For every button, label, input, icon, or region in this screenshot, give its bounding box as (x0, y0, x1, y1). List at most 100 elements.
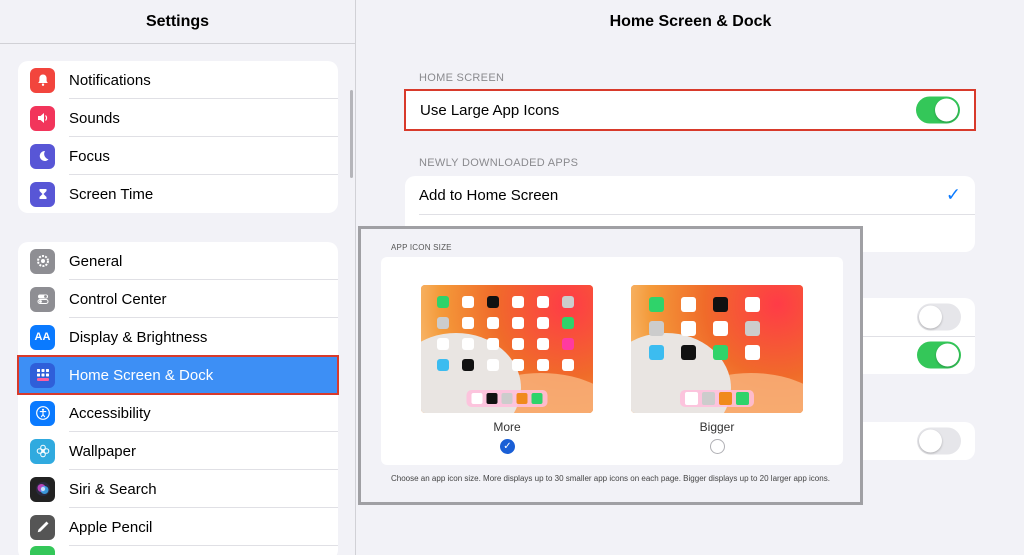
gear-icon (30, 248, 55, 274)
app-icon-preview (649, 321, 664, 336)
sidebar-item-label: Siri & Search (69, 480, 157, 498)
bigger-option-label: Bigger (699, 420, 735, 434)
use-large-icons-row[interactable]: Use Large App Icons (404, 89, 976, 131)
app-icon-preview (537, 296, 549, 308)
app-icon-preview (537, 317, 549, 329)
add-to-home-label: Add to Home Screen (419, 186, 559, 204)
sidebar-group-1: Notifications Sounds Focus Screen Time (18, 61, 338, 213)
sidebar-item-label: Accessibility (69, 404, 151, 422)
app-icon-preview (487, 359, 499, 371)
app-icon-preview (713, 297, 728, 312)
app-icon-preview (487, 317, 499, 329)
app-icon-preview (487, 296, 499, 308)
app-icon-preview (512, 359, 524, 371)
app-icon-preview (462, 296, 474, 308)
app-icon-preview (562, 338, 574, 350)
sidebar-item-label: Display & Brightness (69, 328, 208, 346)
sidebar-item-label: Apple Pencil (69, 518, 153, 536)
sidebar-item-siri-search[interactable]: Siri & Search (18, 470, 338, 508)
app-icon-size-card: More ✓ Bigger (381, 257, 843, 465)
app-icon-preview (512, 296, 524, 308)
sidebar-item-accessibility[interactable]: Accessibility (18, 394, 338, 432)
sidebar-item-partial (18, 546, 338, 555)
sidebar-item-label: Sounds (69, 109, 120, 127)
sidebar-item-control-center[interactable]: Control Center (18, 280, 338, 318)
sidebar-item-focus[interactable]: Focus (18, 137, 338, 175)
dock-preview (466, 390, 548, 407)
sidebar-item-apple-pencil[interactable]: Apple Pencil (18, 508, 338, 546)
app-icon-preview (537, 359, 549, 371)
app-icon-size-panel: APP ICON SIZE More ✓ Bigger Choose an ap… (358, 226, 863, 505)
toggle-switch-1[interactable] (917, 303, 961, 331)
accessibility-icon (30, 400, 55, 426)
app-icon-preview (487, 338, 499, 350)
sidebar-item-screen-time[interactable]: Screen Time (18, 175, 338, 213)
toggle-switch-2[interactable] (917, 341, 961, 369)
add-to-home-row[interactable]: Add to Home Screen ✓ (405, 176, 975, 214)
more-radio[interactable]: ✓ (500, 439, 515, 454)
app-icon-preview (462, 317, 474, 329)
app-icon-preview (537, 338, 549, 350)
sidebar-item-label: Wallpaper (69, 442, 136, 460)
bell-icon (30, 67, 55, 93)
flower-icon (30, 438, 55, 464)
app-icon-preview (745, 321, 760, 336)
app-icon-preview (745, 345, 760, 360)
sidebar-item-wallpaper[interactable]: Wallpaper (18, 432, 338, 470)
app-icon-preview (462, 338, 474, 350)
app-icon-preview (681, 321, 696, 336)
app-icon-preview (512, 317, 524, 329)
sidebar-item-display-brightness[interactable]: AA Display & Brightness (18, 318, 338, 356)
hourglass-icon (30, 181, 55, 207)
app-icon-preview (713, 321, 728, 336)
page-title: Home Screen & Dock (609, 13, 772, 30)
toggle-switch-3[interactable] (917, 427, 961, 455)
app-icon-preview (649, 345, 664, 360)
app-icon-preview (681, 297, 696, 312)
app-icon-preview (681, 345, 696, 360)
pencil-icon (30, 514, 55, 540)
app-icon-preview (512, 338, 524, 350)
sidebar-title: Settings (0, 0, 355, 44)
use-large-icons-label: Use Large App Icons (420, 101, 560, 119)
app-icon-preview (562, 296, 574, 308)
partial-icon (30, 546, 55, 555)
text-size-icon: AA (30, 324, 55, 350)
section-label-downloads: NEWLY DOWNLOADED APPS (419, 157, 579, 169)
siri-icon (30, 476, 55, 502)
section-label-home-screen: HOME SCREEN (419, 72, 505, 84)
sidebar-group-2: General Control Center AA Display & Brig… (17, 242, 339, 555)
app-icon-preview (562, 359, 574, 371)
bigger-radio[interactable] (710, 439, 725, 454)
app-icon-preview (437, 317, 449, 329)
sidebar-item-notifications[interactable]: Notifications (18, 61, 338, 99)
app-icon-size-label: APP ICON SIZE (391, 243, 452, 252)
more-option-label: More (493, 420, 521, 434)
toggles-icon (30, 286, 55, 312)
sidebar-item-home-screen-dock[interactable]: Home Screen & Dock (17, 355, 339, 395)
app-icon-preview (462, 359, 474, 371)
checkmark-icon: ✓ (945, 184, 961, 205)
sidebar-item-label: Notifications (69, 71, 151, 89)
app-icon-preview (437, 338, 449, 350)
app-icon-preview (745, 297, 760, 312)
app-icon-size-description: Choose an app icon size. More displays u… (391, 474, 830, 483)
use-large-icons-toggle[interactable] (916, 96, 960, 124)
sidebar-item-label: General (69, 252, 123, 270)
bigger-option-preview[interactable] (631, 285, 803, 413)
app-icon-preview (713, 345, 728, 360)
app-icon-preview (437, 359, 449, 371)
sidebar-item-label: Home Screen & Dock (69, 366, 214, 384)
app-icon-preview (562, 317, 574, 329)
sidebar-scrollbar[interactable] (350, 90, 353, 178)
app-icon-preview (649, 297, 664, 312)
sidebar-item-general[interactable]: General (18, 242, 338, 280)
dock-preview (680, 390, 754, 407)
app-icon-preview (437, 296, 449, 308)
sidebar-item-label: Control Center (69, 290, 167, 308)
sidebar: Settings Notifications Sounds Focus Scre… (0, 0, 356, 555)
app-grid-icon (30, 362, 55, 388)
sidebar-item-label: Screen Time (69, 185, 154, 203)
sidebar-item-sounds[interactable]: Sounds (18, 99, 338, 137)
more-option-preview[interactable] (421, 285, 593, 413)
